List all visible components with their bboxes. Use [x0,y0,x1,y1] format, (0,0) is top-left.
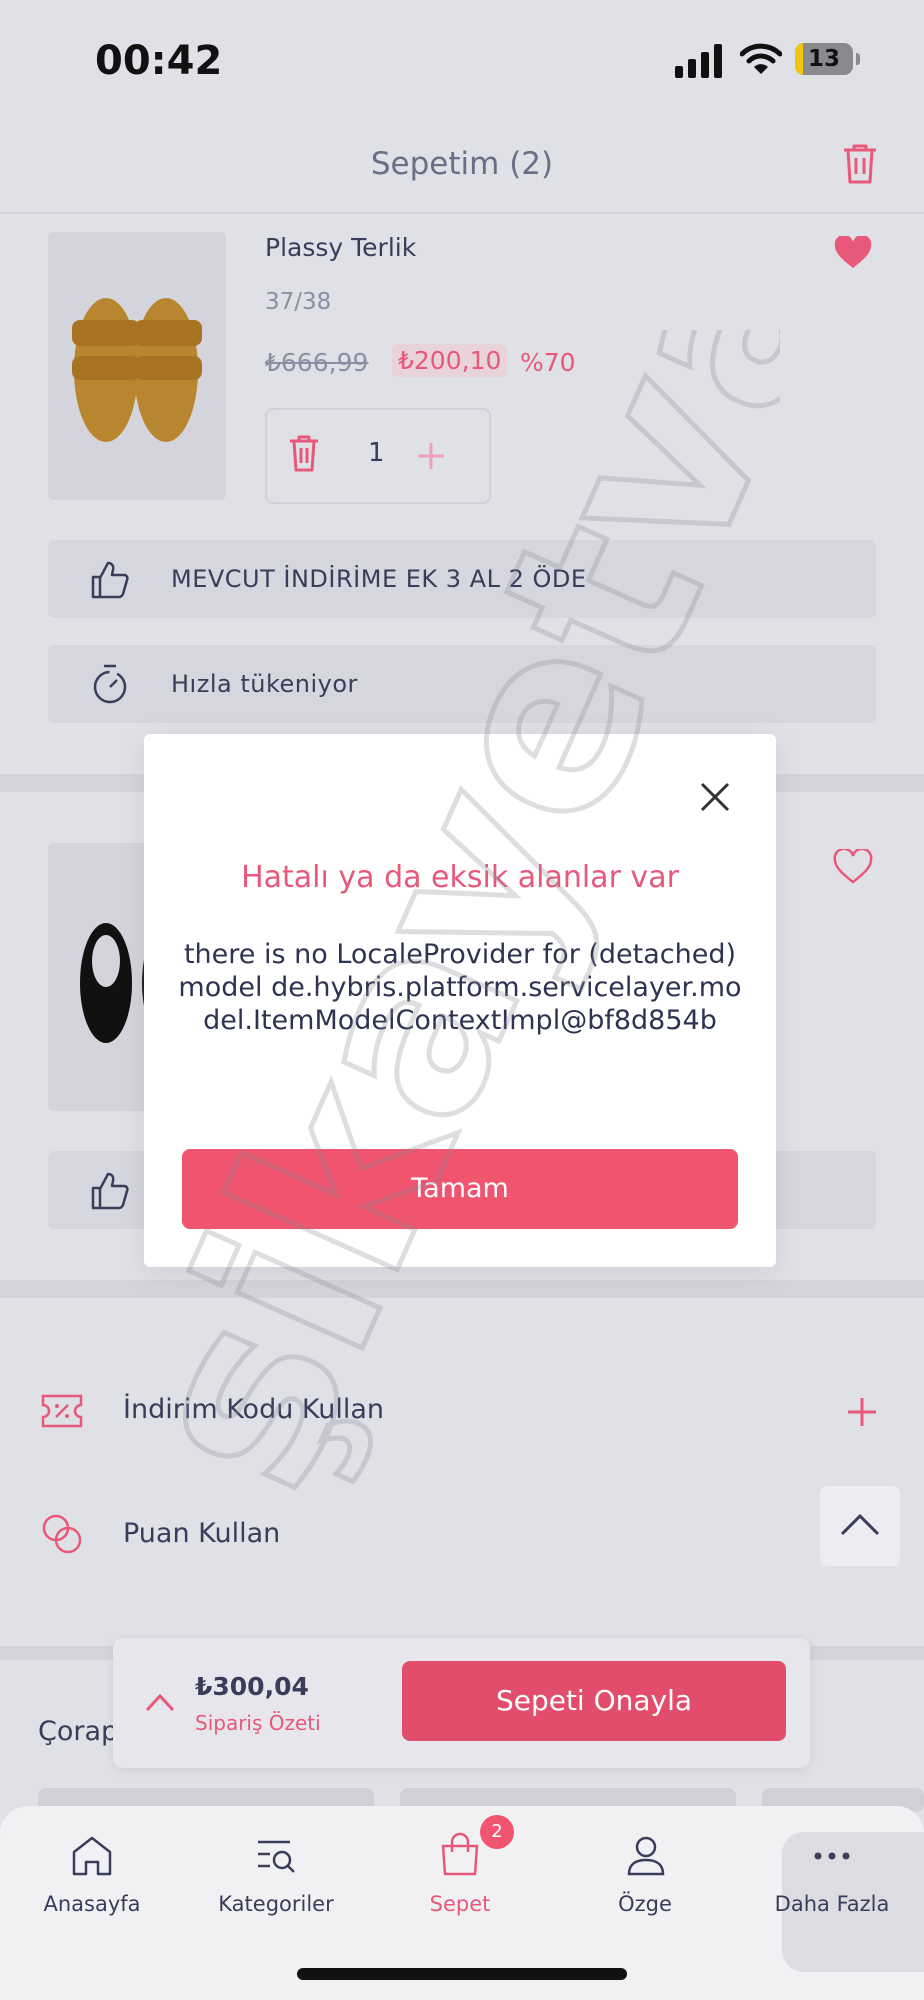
thumbs-up-icon [91,561,129,599]
thumbs-up-icon-2 [91,1172,129,1210]
tab-categories[interactable]: Kategoriler [186,1892,366,1916]
wifi-icon [740,43,782,74]
heart-outline-icon[interactable] [833,849,873,885]
promo-text-stock: Hızla tükeniyor [171,670,358,698]
discount-percent: %70 [520,348,576,377]
battery-indicator: 13 [795,43,853,75]
status-time: 00:42 [95,38,223,84]
new-price: ₺200,10 [392,344,508,377]
tab-profile[interactable]: Özge [555,1892,735,1916]
tab-more[interactable]: Daha Fazla [742,1892,922,1916]
add-discount-plus-icon[interactable] [846,1396,878,1428]
close-icon[interactable] [694,776,736,818]
related-title: Çorap [38,1716,119,1747]
battery-tip [856,53,860,65]
stopwatch-icon [93,664,127,704]
bag-icon[interactable] [438,1832,482,1878]
coupon-icon [41,1394,83,1428]
page-title: Sepetim (2) [370,146,554,182]
heart-filled-icon[interactable] [834,236,872,270]
confirm-cart-button[interactable]: Sepeti Onayla [402,1661,786,1741]
product-name[interactable]: Plassy Terlik [265,233,416,262]
profile-icon[interactable] [624,1834,668,1878]
dialog-message: there is no LocaleProvider for (detached… [178,939,742,1036]
signal-icon [675,44,722,78]
qty-trash-icon[interactable] [287,434,321,474]
trash-icon[interactable] [840,142,880,186]
categories-icon[interactable] [254,1834,298,1878]
order-summary-link[interactable]: Sipariş Özeti [195,1711,321,1735]
old-price: ₺666,99 [265,348,369,377]
cart-badge: 2 [480,1815,514,1849]
tab-home[interactable]: Anasayfa [2,1892,182,1916]
order-total: ₺300,04 [195,1672,309,1701]
home-indicator [297,1968,627,1980]
plus-icon[interactable] [416,441,446,471]
home-icon[interactable] [70,1834,114,1878]
use-points-row[interactable]: Puan Kullan [123,1518,280,1549]
discount-code-row[interactable]: İndirim Kodu Kullan [123,1394,384,1425]
divider-2 [0,1280,924,1298]
tab-cart[interactable]: Sepet [370,1892,550,1916]
quantity-value: 1 [368,438,385,468]
product-variant: 37/38 [265,289,332,315]
chevron-up-icon [840,1513,880,1536]
product-image[interactable] [48,232,226,500]
sandal-image [72,298,202,442]
battery-level: 13 [807,46,840,72]
ok-button[interactable]: Tamam [182,1149,738,1229]
dialog-title: Hatalı ya da eksik alanlar var [241,860,679,895]
scroll-top-button[interactable] [820,1486,900,1566]
chevron-up-summary-icon[interactable] [144,1691,176,1713]
more-icon[interactable] [810,1846,854,1866]
promo-text: MEVCUT İNDİRİME EK 3 AL 2 ÖDE [171,565,587,593]
points-icon [42,1514,82,1554]
